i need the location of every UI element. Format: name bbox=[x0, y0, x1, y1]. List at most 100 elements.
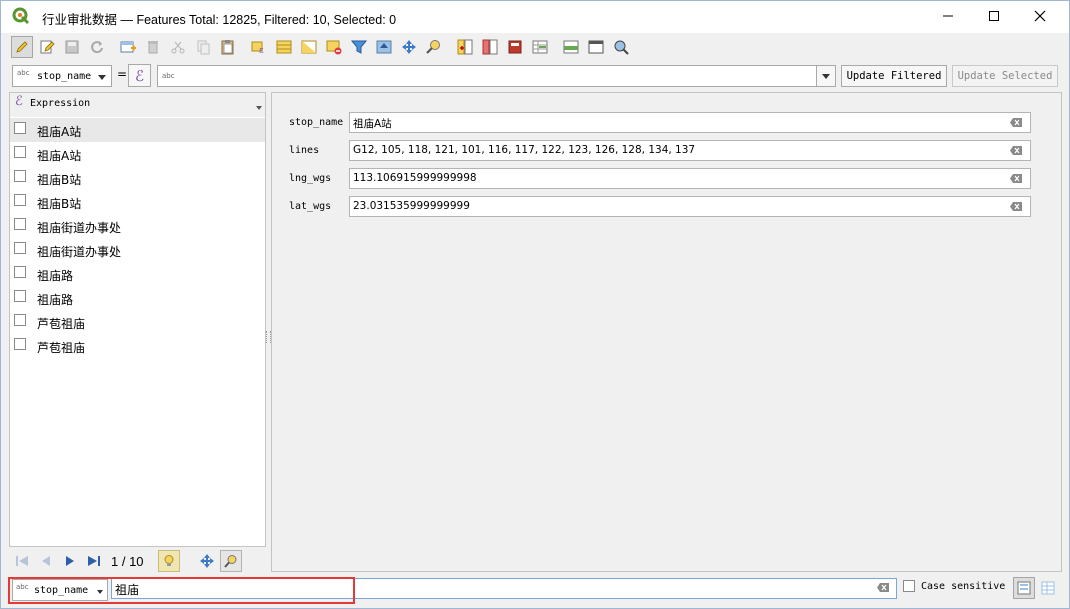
list-item-label: 祖庙街道办事处 bbox=[37, 245, 122, 259]
last-icon bbox=[88, 556, 100, 566]
select-by-expression-button[interactable]: ε bbox=[248, 36, 270, 58]
list-item-checkbox[interactable] bbox=[14, 338, 26, 350]
list-item-checkbox[interactable] bbox=[14, 122, 26, 134]
deselect-icon bbox=[326, 40, 342, 55]
list-item[interactable]: 祖庙路 bbox=[10, 262, 265, 286]
clear-icon[interactable] bbox=[1010, 146, 1022, 155]
actions-button[interactable] bbox=[610, 36, 632, 58]
qgis-logo-icon bbox=[12, 7, 30, 25]
field-selector-combo[interactable]: abc stop_name bbox=[12, 65, 112, 87]
table-view-button[interactable] bbox=[585, 36, 607, 58]
list-item[interactable]: 祖庙路 bbox=[10, 286, 265, 310]
form-row-lat-wgs: lat_wgs 23.031535999999999 bbox=[272, 195, 1061, 219]
zoom-to-selected-button[interactable] bbox=[423, 36, 445, 58]
last-feature-button[interactable] bbox=[83, 550, 105, 572]
field-input[interactable]: 113.106915999999998 bbox=[349, 168, 1031, 189]
first-icon bbox=[16, 556, 28, 566]
field-type-label: abc bbox=[17, 69, 30, 77]
pan-icon bbox=[199, 554, 214, 568]
clear-icon[interactable] bbox=[1010, 174, 1022, 183]
clear-icon[interactable] bbox=[1010, 118, 1022, 127]
field-input[interactable]: 23.031535999999999 bbox=[349, 196, 1031, 217]
field-calculator-button[interactable] bbox=[504, 36, 526, 58]
move-selection-top-button[interactable] bbox=[373, 36, 395, 58]
minimize-button[interactable] bbox=[925, 1, 971, 31]
select-all-button[interactable] bbox=[273, 36, 295, 58]
add-feature-button[interactable] bbox=[117, 36, 139, 58]
maximize-button[interactable] bbox=[971, 1, 1017, 31]
display-expression-selector[interactable]: ℰ Expression bbox=[10, 93, 265, 117]
highlight-feature-button[interactable] bbox=[157, 550, 180, 572]
chevron-down-icon bbox=[97, 590, 103, 594]
pan-to-feature-button[interactable] bbox=[196, 550, 218, 572]
list-item[interactable]: 芦苞祖庙 bbox=[10, 334, 265, 358]
next-icon bbox=[66, 556, 74, 566]
list-item[interactable]: 祖庙B站 bbox=[10, 166, 265, 190]
feature-list: 祖庙A站 祖庙A站 祖庙B站 祖庙B站 祖庙街道办事处 祖庙街道办事处 祖庙路 … bbox=[10, 118, 265, 358]
table-view-toggle-button[interactable] bbox=[1037, 577, 1059, 599]
update-selected-button[interactable]: Update Selected bbox=[952, 65, 1058, 87]
delete-selected-button[interactable] bbox=[142, 36, 164, 58]
expression-builder-button[interactable]: ℰ bbox=[128, 64, 151, 87]
expression-input[interactable]: abc bbox=[157, 65, 817, 87]
toggle-editing-button[interactable] bbox=[11, 36, 33, 58]
multi-edit-button[interactable] bbox=[36, 36, 58, 58]
close-button[interactable] bbox=[1017, 1, 1063, 31]
search-input[interactable]: 祖庙 bbox=[111, 578, 897, 599]
zoom-icon bbox=[426, 40, 440, 54]
form-view-icon bbox=[1017, 581, 1031, 595]
edit-pencil-icon bbox=[16, 41, 28, 53]
case-sensitive-checkbox[interactable] bbox=[903, 580, 915, 592]
first-feature-button[interactable] bbox=[11, 550, 33, 572]
update-filtered-button[interactable]: Update Filtered bbox=[841, 65, 947, 87]
field-input[interactable]: G12, 105, 118, 121, 101, 116, 117, 122, … bbox=[349, 140, 1031, 161]
list-item[interactable]: 芦苞祖庙 bbox=[10, 310, 265, 334]
paste-button[interactable] bbox=[217, 36, 239, 58]
dock-table-button[interactable] bbox=[560, 36, 582, 58]
list-item[interactable]: 祖庙A站 bbox=[10, 118, 265, 142]
deselect-all-button[interactable] bbox=[323, 36, 345, 58]
previous-feature-button[interactable] bbox=[35, 550, 57, 572]
invert-selection-button[interactable] bbox=[298, 36, 320, 58]
list-item-checkbox[interactable] bbox=[14, 290, 26, 302]
new-field-icon bbox=[457, 39, 473, 55]
search-field-combo[interactable]: abc stop_name bbox=[12, 579, 108, 601]
field-selector-value: stop_name bbox=[37, 71, 92, 82]
list-item-checkbox[interactable] bbox=[14, 194, 26, 206]
list-item-checkbox[interactable] bbox=[14, 242, 26, 254]
list-item[interactable]: 祖庙B站 bbox=[10, 190, 265, 214]
list-item-checkbox[interactable] bbox=[14, 170, 26, 182]
form-view-button[interactable] bbox=[1013, 577, 1035, 599]
table-view-icon bbox=[588, 40, 604, 54]
list-item[interactable]: 祖庙街道办事处 bbox=[10, 214, 265, 238]
zoom-to-feature-button[interactable] bbox=[219, 550, 242, 572]
list-item-checkbox[interactable] bbox=[14, 266, 26, 278]
case-sensitive-option[interactable]: Case sensitive bbox=[903, 580, 1005, 592]
clear-icon[interactable] bbox=[1010, 202, 1022, 211]
clear-icon[interactable] bbox=[877, 583, 889, 592]
delete-field-button[interactable] bbox=[479, 36, 501, 58]
list-item-checkbox[interactable] bbox=[14, 146, 26, 158]
filter-selected-button[interactable] bbox=[348, 36, 370, 58]
cut-button[interactable] bbox=[167, 36, 189, 58]
pan-to-selected-button[interactable] bbox=[398, 36, 420, 58]
new-field-button[interactable] bbox=[454, 36, 476, 58]
field-input[interactable]: 祖庙A站 bbox=[349, 112, 1031, 133]
field-value: G12, 105, 118, 121, 101, 116, 117, 122, … bbox=[353, 144, 696, 156]
field-type-label: abc bbox=[16, 583, 29, 591]
field-value: 祖庙A站 bbox=[353, 118, 392, 130]
expression-dropdown-button[interactable] bbox=[816, 65, 836, 87]
next-feature-button[interactable] bbox=[59, 550, 81, 572]
list-item[interactable]: 祖庙街道办事处 bbox=[10, 238, 265, 262]
list-item[interactable]: 祖庙A站 bbox=[10, 142, 265, 166]
field-value: 113.106915999999998 bbox=[353, 172, 477, 184]
table-view-icon bbox=[1041, 581, 1055, 595]
save-edits-button[interactable] bbox=[61, 36, 83, 58]
reload-button[interactable] bbox=[86, 36, 108, 58]
list-item-checkbox[interactable] bbox=[14, 218, 26, 230]
list-item-checkbox[interactable] bbox=[14, 314, 26, 326]
copy-button[interactable] bbox=[192, 36, 214, 58]
field-label: stop_name bbox=[289, 117, 344, 128]
conditional-formatting-button[interactable] bbox=[529, 36, 551, 58]
search-input-value: 祖庙 bbox=[115, 583, 140, 597]
